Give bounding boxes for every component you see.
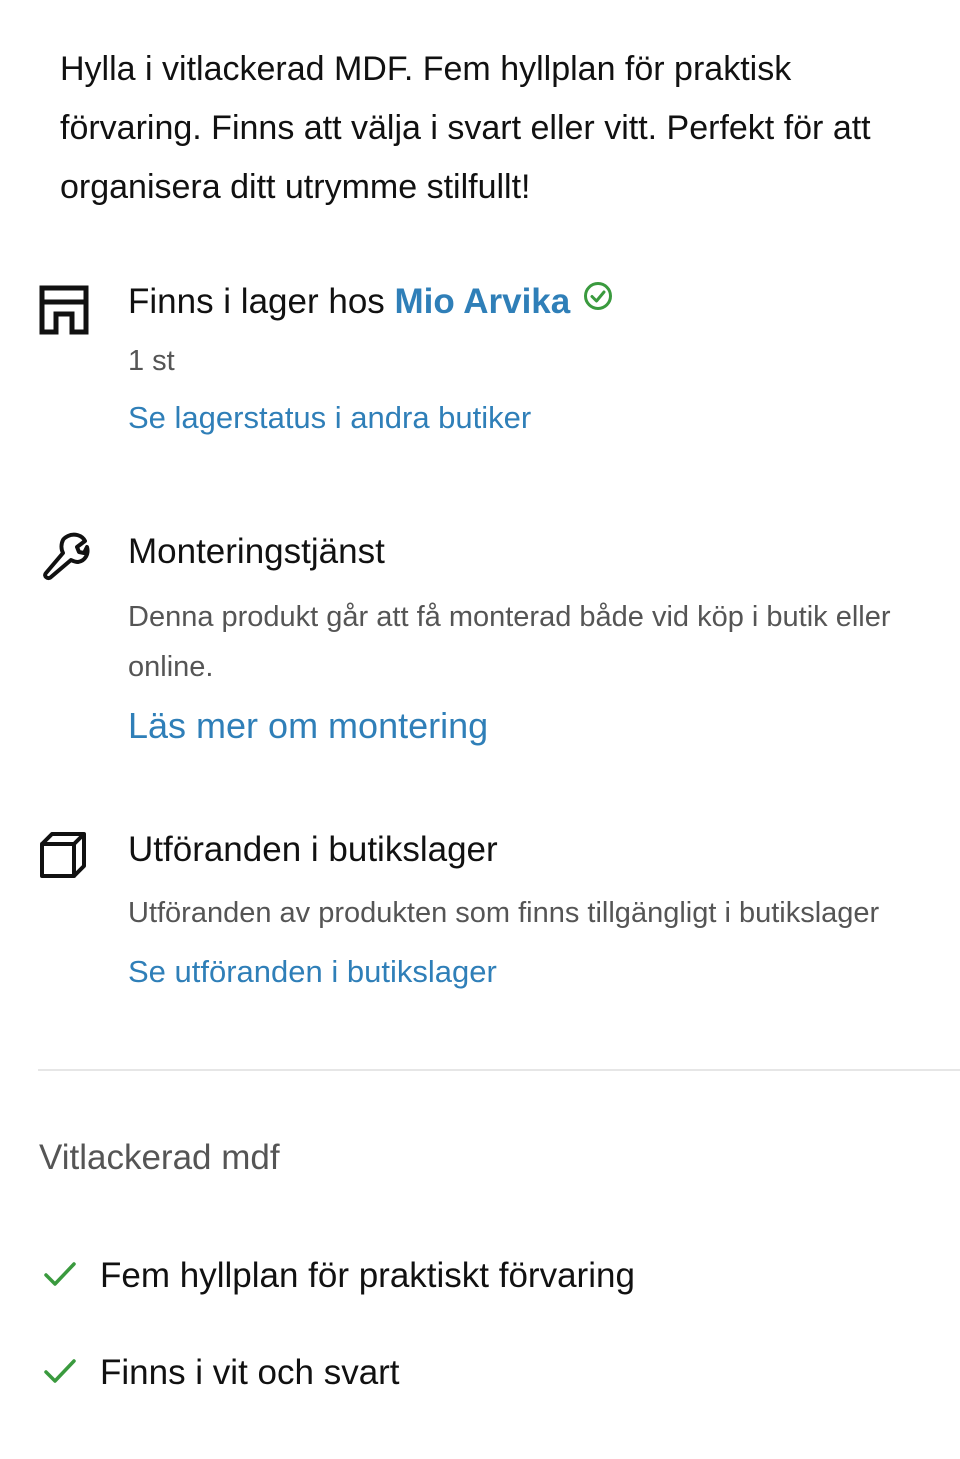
variants-section: Utföranden i butikslager Utföranden av p… <box>0 828 960 1008</box>
feature-item: Fem hyllplan för praktiskt förvaring <box>40 1254 635 1298</box>
assembly-read-more-link[interactable]: Läs mer om montering <box>128 706 960 746</box>
wrench-icon <box>38 530 90 582</box>
feature-label: Fem hyllplan för praktiskt förvaring <box>100 1256 635 1295</box>
section-divider <box>38 1069 960 1071</box>
stock-section: Finns i lager hos Mio Arvika 1 st Se lag… <box>0 280 960 460</box>
material-label: Vitlackerad mdf <box>39 1138 280 1177</box>
feature-label: Finns i vit och svart <box>100 1353 400 1392</box>
check-circle-icon <box>582 279 614 323</box>
variants-title: Utföranden i butikslager <box>128 830 498 869</box>
checkmark-icon <box>40 1351 80 1391</box>
checkmark-icon <box>40 1254 80 1294</box>
stock-title-prefix: Finns i lager hos <box>128 282 385 321</box>
assembly-title: Monteringstjänst <box>128 532 385 571</box>
product-description: Hylla i vitlackerad MDF. Fem hyllplan fö… <box>60 50 871 206</box>
feature-item: Finns i vit och svart <box>40 1351 400 1395</box>
stock-title: Finns i lager hos Mio Arvika <box>128 280 960 324</box>
stock-quantity: 1 st <box>128 345 175 377</box>
variants-description: Utföranden av produkten som finns tillgä… <box>128 897 880 929</box>
stock-other-stores-link[interactable]: Se lagerstatus i andra butiker <box>128 398 960 438</box>
assembly-section: Monteringstjänst Denna produkt går att f… <box>0 530 960 760</box>
store-icon <box>38 284 90 336</box>
store-name-link[interactable]: Mio Arvika <box>395 282 571 321</box>
box-icon <box>38 830 90 882</box>
assembly-description: Denna produkt går att få monterad både v… <box>128 601 891 683</box>
variants-link[interactable]: Se utföranden i butikslager <box>128 952 960 992</box>
